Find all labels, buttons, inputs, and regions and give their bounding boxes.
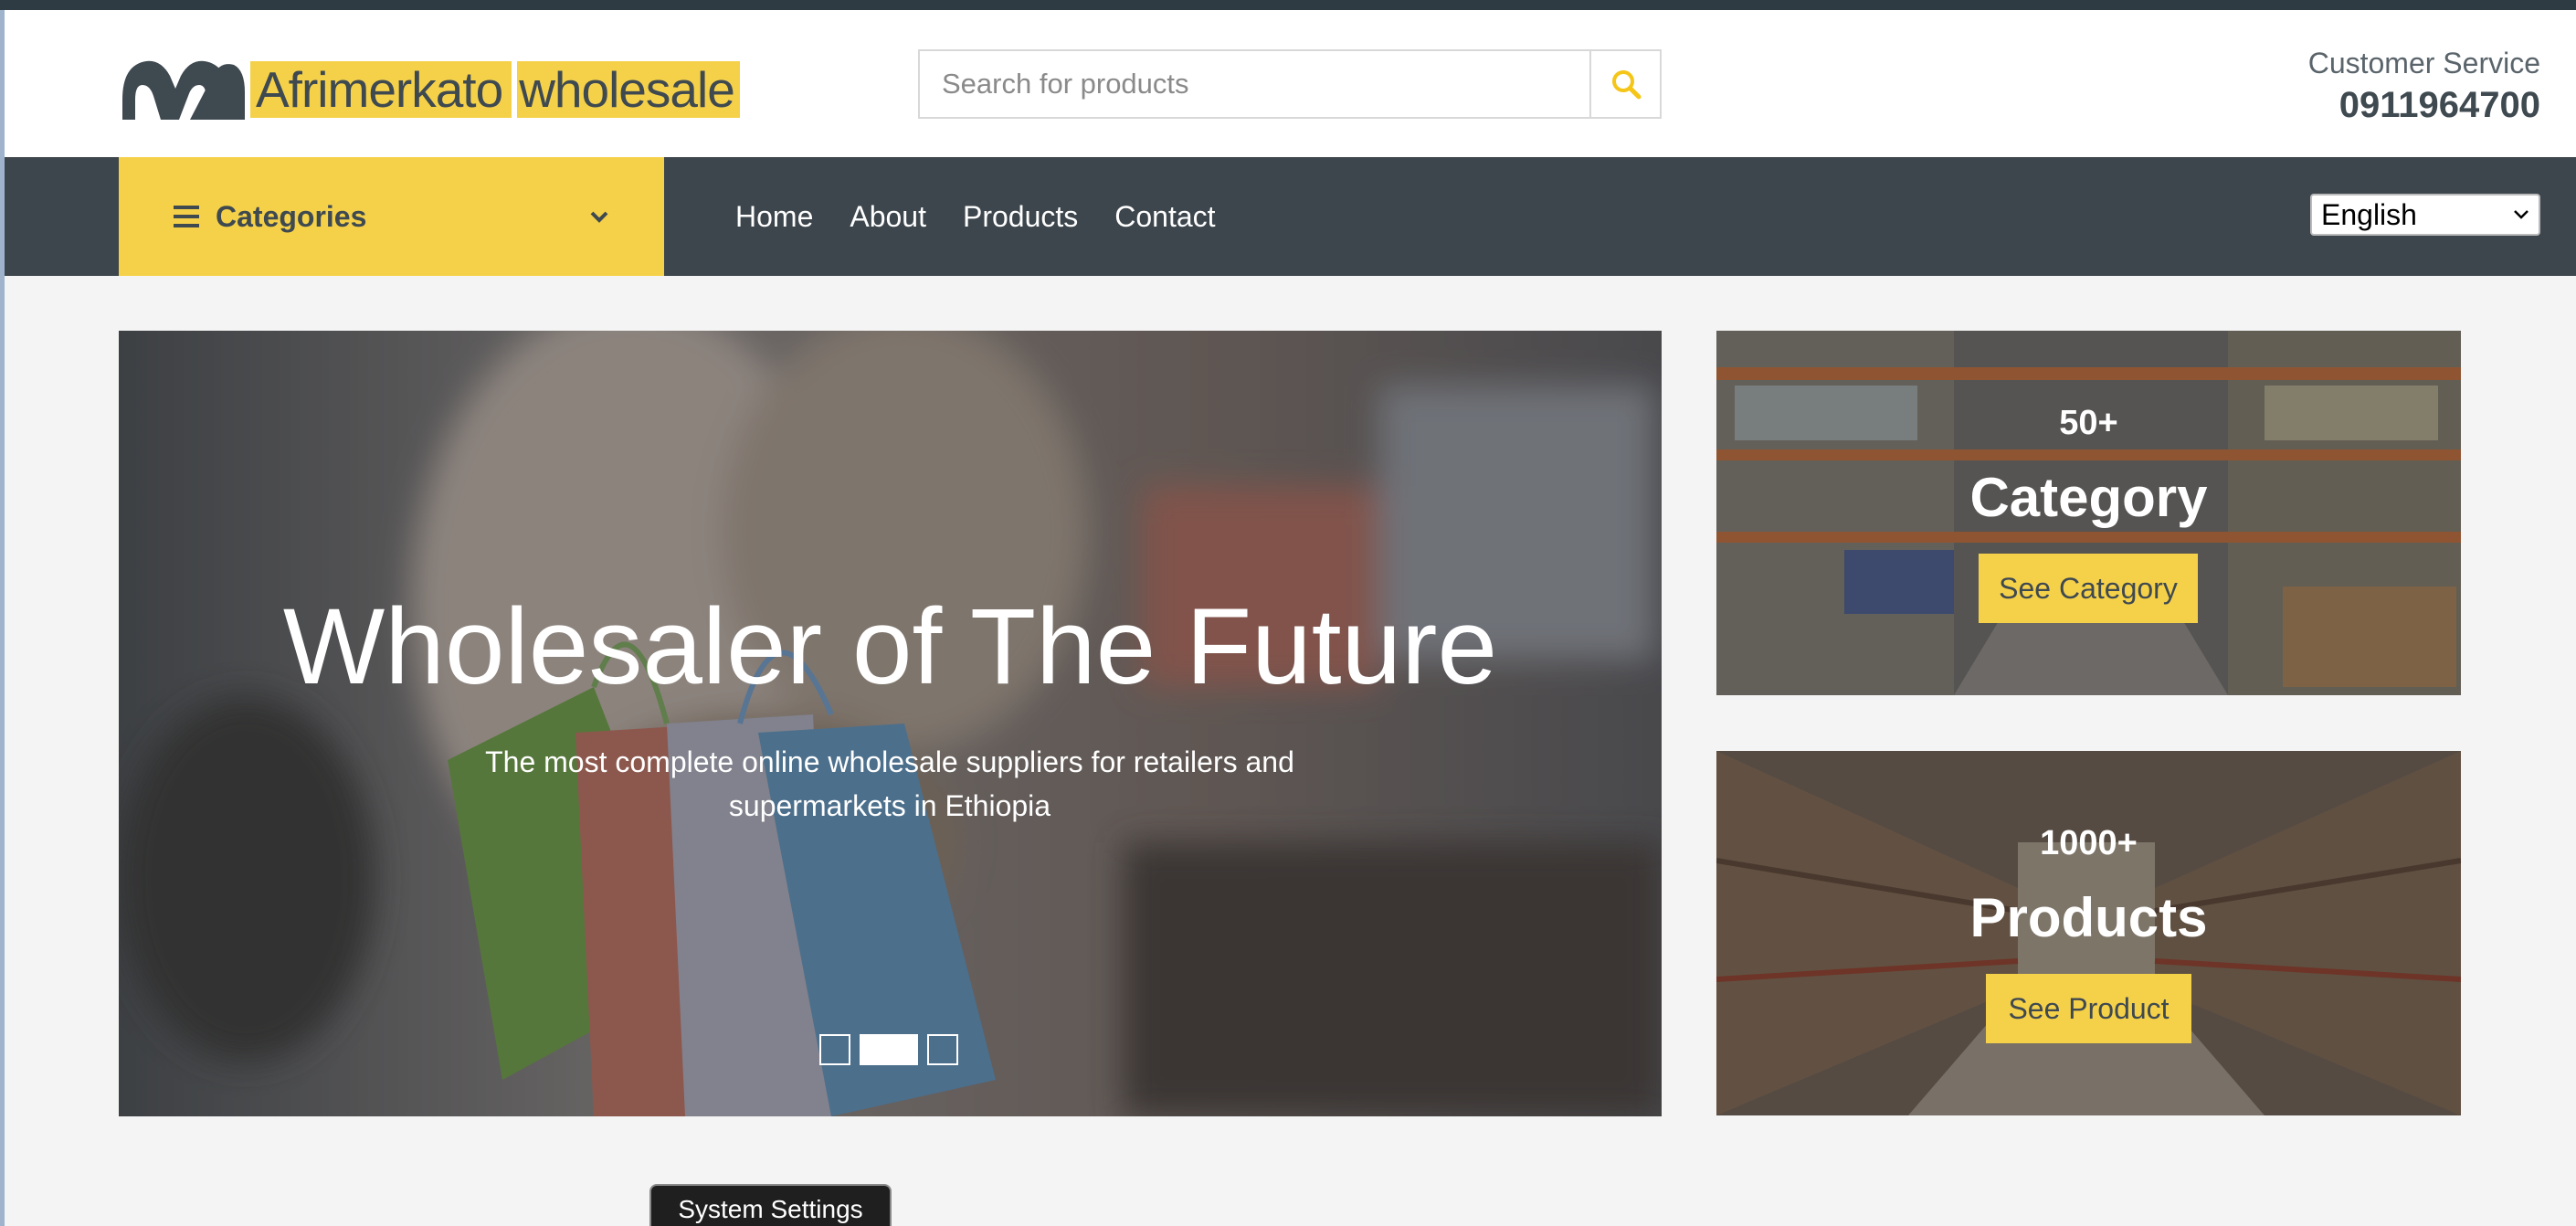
nav-link-about[interactable]: About <box>850 200 926 234</box>
promo-products: 1000+ Products See Product <box>1716 751 2461 1115</box>
promo-products-count: 1000+ <box>2040 824 2138 862</box>
categories-label: Categories <box>216 199 367 233</box>
customer-service: Customer Service 0911964700 <box>2308 45 2540 129</box>
main-navbar: Categories Home About Products Contact E… <box>5 157 2576 276</box>
logo-wordmark: Afrimerkato wholesale <box>250 61 740 118</box>
nav-link-products[interactable]: Products <box>963 200 1078 234</box>
hero-subtitle-line-2: supermarkets in Ethiopia <box>728 789 1051 822</box>
carousel-indicators <box>819 1034 967 1065</box>
logo-mark-icon <box>122 60 245 120</box>
customer-service-label: Customer Service <box>2307 47 2540 79</box>
logo-word-1: Afrimerkato <box>256 61 503 118</box>
promo-category-count: 50+ <box>2059 404 2118 442</box>
search-icon <box>1611 70 1641 100</box>
site-header: Afrimerkato wholesale Customer Service 0… <box>5 10 2576 157</box>
nav-links: Home About Products Contact <box>735 157 1252 276</box>
see-category-button[interactable]: See Category <box>1979 554 2198 623</box>
carousel-dot-2[interactable] <box>860 1034 918 1065</box>
carousel-dot-3[interactable] <box>927 1034 958 1065</box>
promo-category: 50+ Category See Category <box>1716 331 2461 695</box>
language-value: English <box>2321 197 2417 231</box>
see-product-button[interactable]: See Product <box>1986 974 2191 1043</box>
nav-link-home[interactable]: Home <box>735 200 813 234</box>
nav-link-contact[interactable]: Contact <box>1114 200 1215 234</box>
promo-category-title: Category <box>1969 467 2208 528</box>
logo-word-2: wholesale <box>512 61 740 118</box>
customer-service-phone[interactable]: 0911964700 <box>2308 81 2540 129</box>
top-strip <box>0 0 2576 10</box>
search-button[interactable] <box>1589 49 1662 119</box>
site-logo[interactable]: Afrimerkato wholesale <box>119 56 740 123</box>
hero-subtitle: The most complete online wholesale suppl… <box>433 740 1346 828</box>
search-input[interactable] <box>918 49 1589 119</box>
language-select[interactable]: English <box>2310 194 2540 236</box>
chevron-down-icon <box>590 211 608 223</box>
hamburger-icon <box>174 206 199 227</box>
categories-button[interactable]: Categories <box>119 157 664 276</box>
system-settings-button[interactable]: System Settings <box>649 1184 892 1226</box>
hero-title: Wholesaler of The Future <box>282 587 1498 707</box>
search-bar <box>918 49 1662 119</box>
hero-carousel[interactable]: Wholesaler of The Future The most comple… <box>119 331 1662 1116</box>
hero-background-image <box>119 331 1662 1116</box>
promo-products-title: Products <box>1969 887 2208 948</box>
hero-subtitle-line-1: The most complete online wholesale suppl… <box>485 745 1294 778</box>
carousel-dot-1[interactable] <box>819 1034 850 1065</box>
select-chevron-icon <box>2514 210 2528 219</box>
